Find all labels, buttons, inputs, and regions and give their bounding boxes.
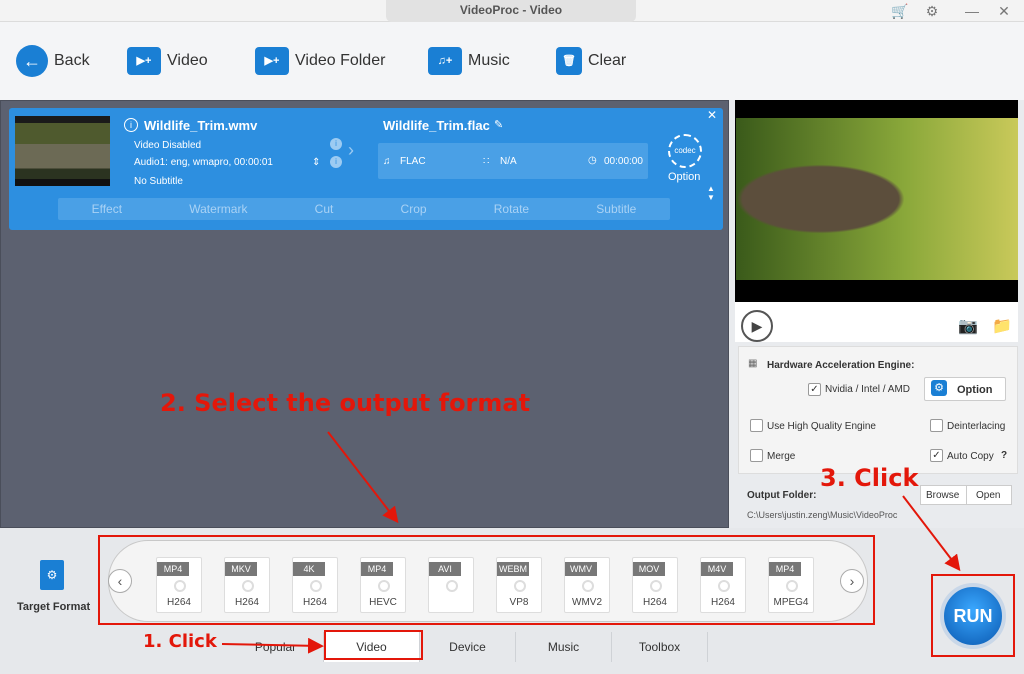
arrow-step2 bbox=[327, 431, 399, 524]
arrow-step1 bbox=[221, 637, 324, 654]
arrow-step3 bbox=[902, 495, 961, 572]
annotation-arrows bbox=[221, 431, 961, 654]
